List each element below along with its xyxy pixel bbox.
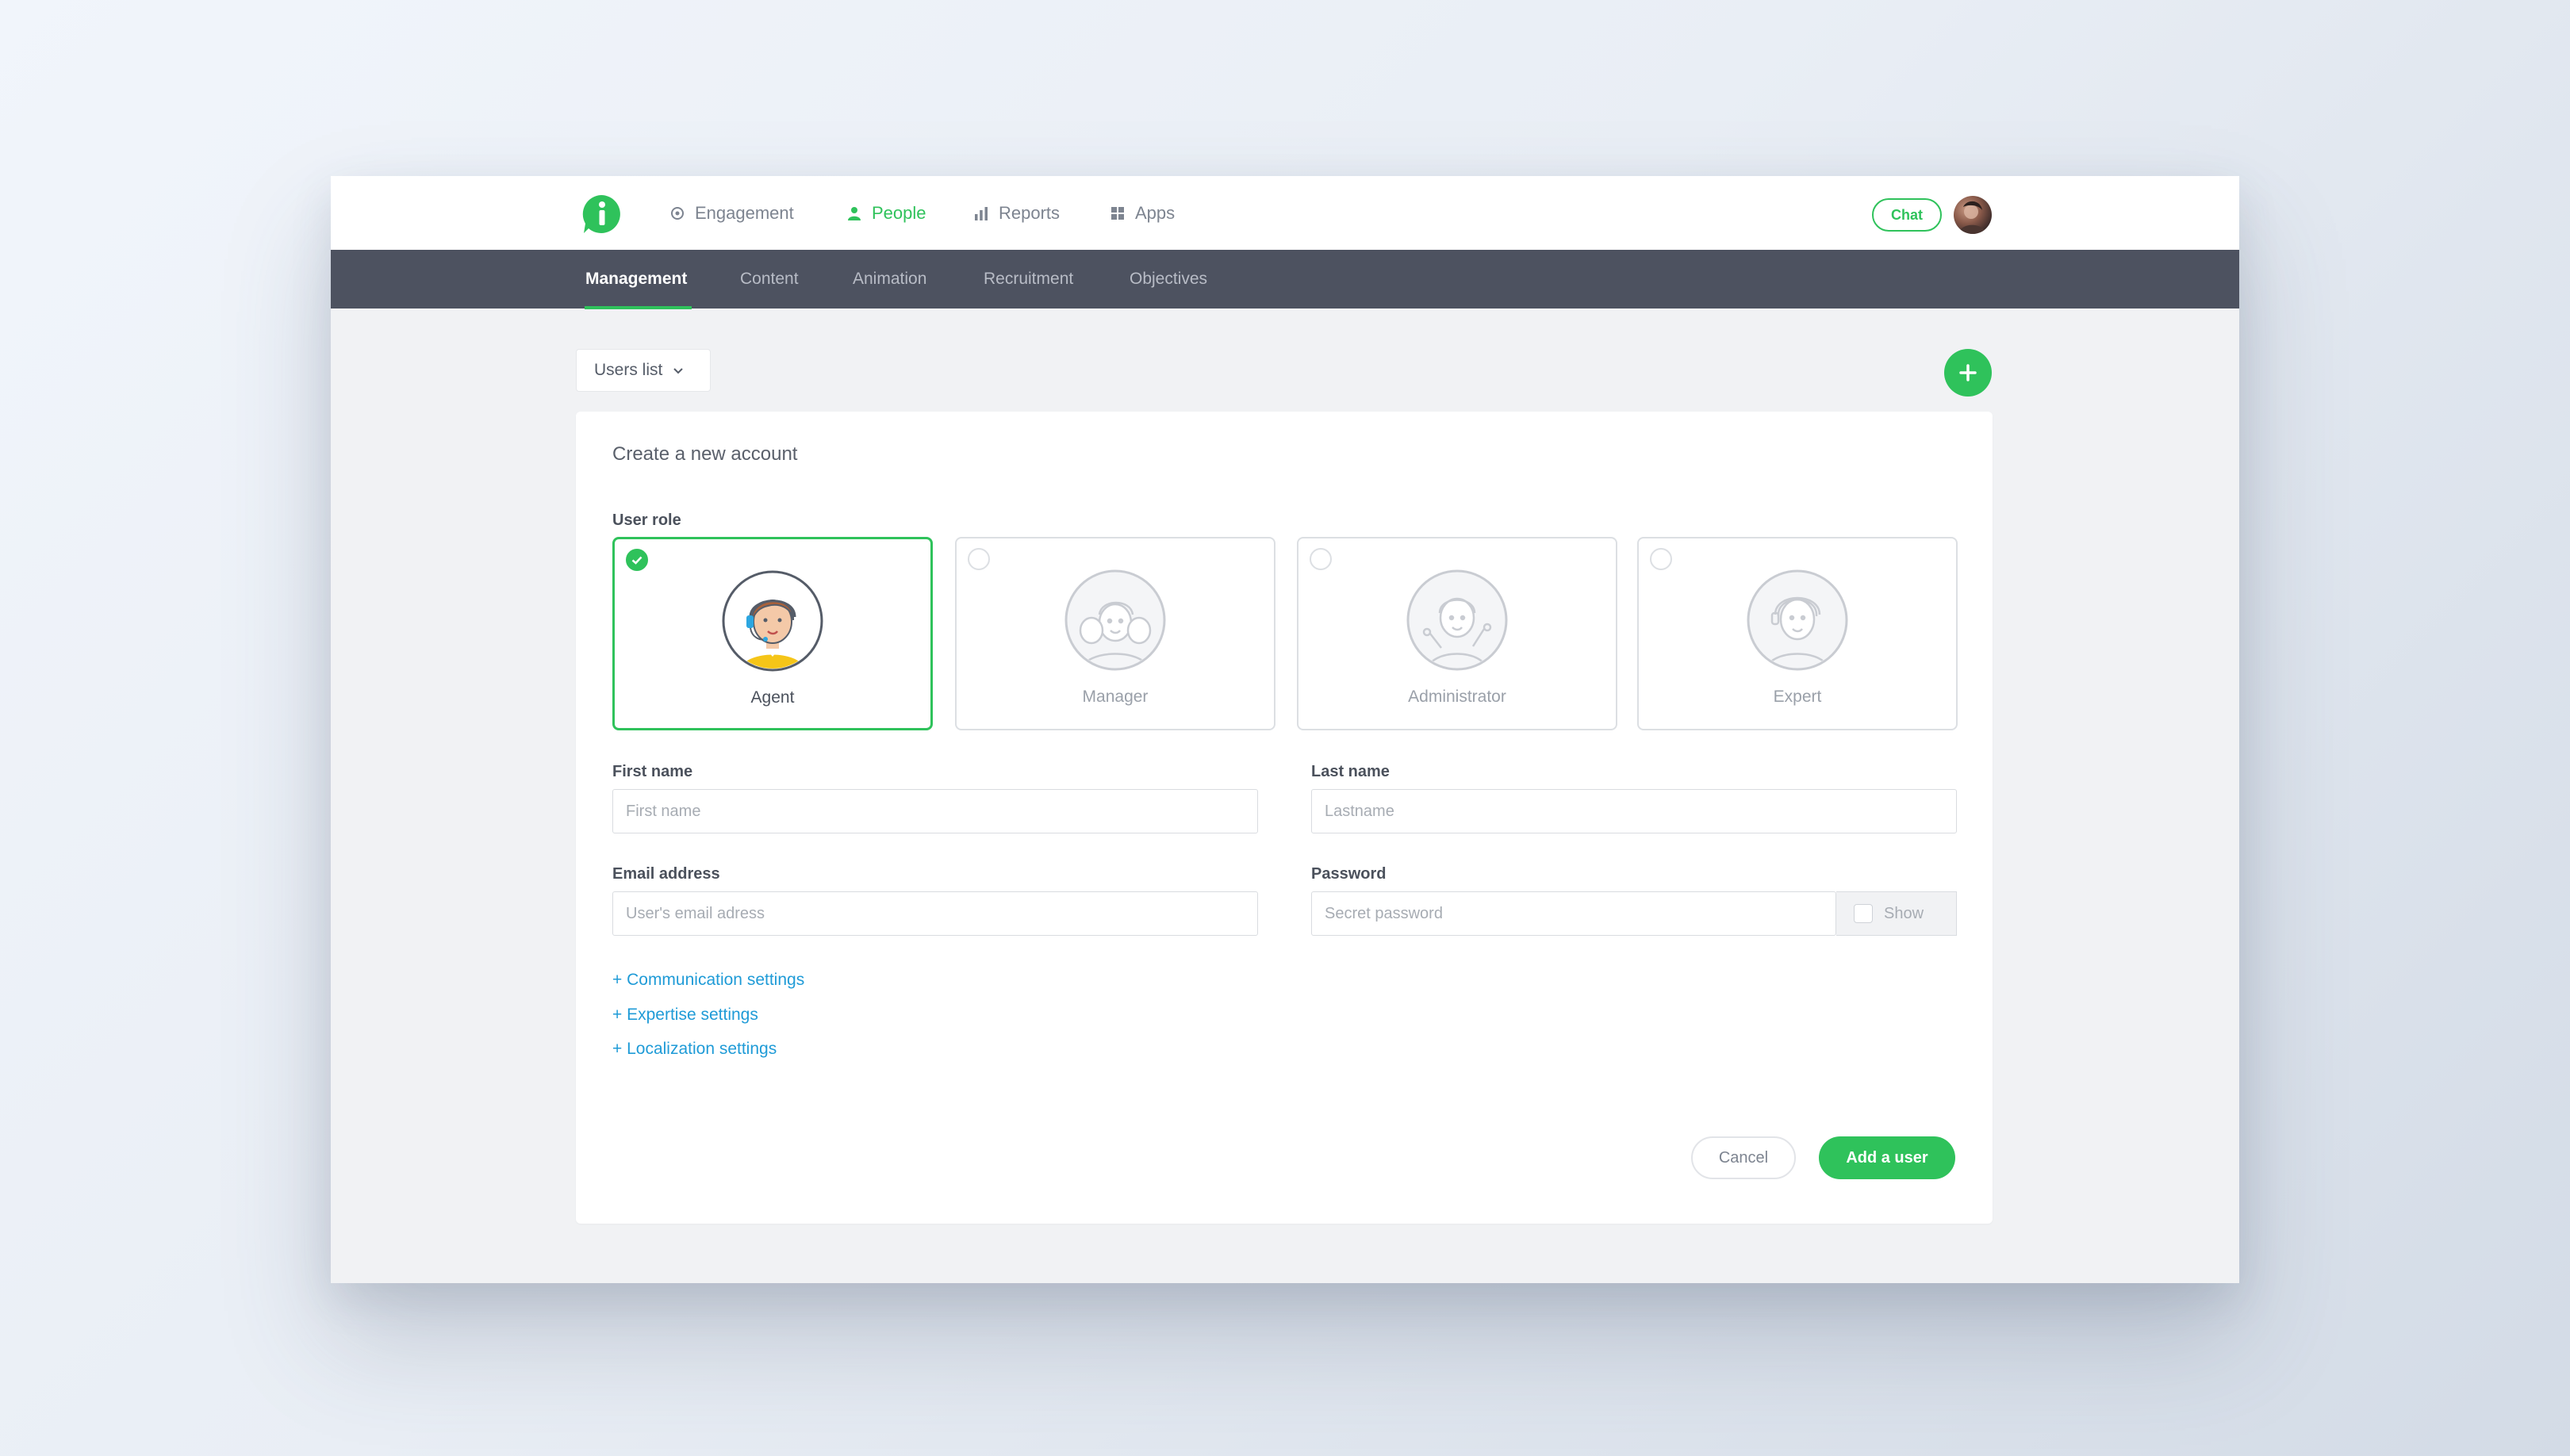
avatar-photo-icon	[1958, 201, 1987, 234]
expertise-settings-link[interactable]: + Expertise settings	[612, 1006, 758, 1025]
nav-item-label: Engagement	[695, 202, 794, 223]
bar-chart-icon	[975, 206, 988, 220]
agent-avatar-icon	[722, 570, 823, 672]
email-label: Email address	[612, 865, 720, 883]
chevron-down-icon	[673, 368, 684, 374]
last-name-input[interactable]	[1311, 789, 1957, 833]
role-name: Expert	[1773, 688, 1822, 706]
nav-item-reports[interactable]: Reports	[973, 176, 1060, 250]
create-account-card: Create a new account User role Agent Man…	[576, 412, 1993, 1224]
manager-avatar-icon	[1064, 569, 1166, 671]
role-radio[interactable]	[626, 549, 648, 571]
nav-item-label: Apps	[1135, 202, 1176, 223]
password-input[interactable]	[1311, 891, 1836, 936]
users-list-label: Users list	[594, 361, 663, 379]
cancel-button[interactable]: Cancel	[1691, 1136, 1796, 1179]
role-radio[interactable]	[1310, 548, 1332, 570]
nav-item-label: People	[872, 202, 926, 223]
password-label: Password	[1311, 865, 1387, 883]
add-user-button[interactable]: Add a user	[1819, 1136, 1955, 1179]
top-navbar: Engagement People Reports Apps Chat	[331, 176, 2239, 250]
role-radio[interactable]	[968, 548, 990, 570]
target-icon	[671, 206, 684, 220]
email-input[interactable]	[612, 891, 1258, 936]
tab-management[interactable]: Management	[585, 250, 687, 308]
role-radio[interactable]	[1650, 548, 1672, 570]
checkmark-icon	[631, 556, 642, 565]
expert-avatar-icon	[1747, 569, 1848, 671]
plus-icon	[1959, 364, 1977, 381]
card-title: Create a new account	[612, 443, 798, 465]
brand-logo-icon[interactable]	[581, 193, 622, 235]
role-card-administrator[interactable]: Administrator	[1297, 537, 1617, 730]
show-password-label: Show	[1884, 904, 1924, 922]
nav-item-engagement[interactable]: Engagement	[669, 176, 794, 250]
users-list-dropdown[interactable]: Users list	[576, 349, 711, 392]
nav-item-label: Reports	[999, 202, 1061, 223]
role-card-manager[interactable]: Manager	[955, 537, 1275, 730]
active-tab-indicator	[585, 306, 692, 309]
role-name: Manager	[1082, 688, 1149, 706]
tab-recruitment[interactable]: Recruitment	[984, 250, 1073, 308]
show-password-checkbox[interactable]	[1854, 904, 1873, 923]
user-avatar[interactable]	[1954, 196, 1992, 234]
tab-objectives[interactable]: Objectives	[1130, 250, 1207, 308]
role-card-expert[interactable]: Expert	[1637, 537, 1958, 730]
add-user-fab-button[interactable]	[1944, 349, 1992, 397]
nav-item-people[interactable]: People	[846, 176, 926, 250]
role-card-agent[interactable]: Agent	[612, 537, 933, 730]
tab-content[interactable]: Content	[740, 250, 799, 308]
role-name: Agent	[750, 688, 795, 707]
show-password-toggle[interactable]: Show	[1836, 891, 1957, 936]
grid-icon	[1111, 206, 1124, 220]
tab-animation[interactable]: Animation	[853, 250, 926, 308]
localization-settings-link[interactable]: + Localization settings	[612, 1040, 777, 1059]
communication-settings-link[interactable]: + Communication settings	[612, 971, 804, 990]
user-role-label: User role	[612, 512, 681, 529]
nav-item-apps[interactable]: Apps	[1110, 176, 1175, 250]
administrator-avatar-icon	[1406, 569, 1508, 671]
last-name-label: Last name	[1311, 763, 1390, 780]
sub-navbar: Management Content Animation Recruitment…	[331, 250, 2239, 308]
role-name: Administrator	[1408, 688, 1506, 706]
first-name-input[interactable]	[612, 789, 1258, 833]
chat-button[interactable]: Chat	[1872, 198, 1942, 232]
app-window: Engagement People Reports Apps Chat Mana…	[331, 176, 2239, 1283]
first-name-label: First name	[612, 763, 693, 780]
person-icon	[848, 206, 861, 220]
